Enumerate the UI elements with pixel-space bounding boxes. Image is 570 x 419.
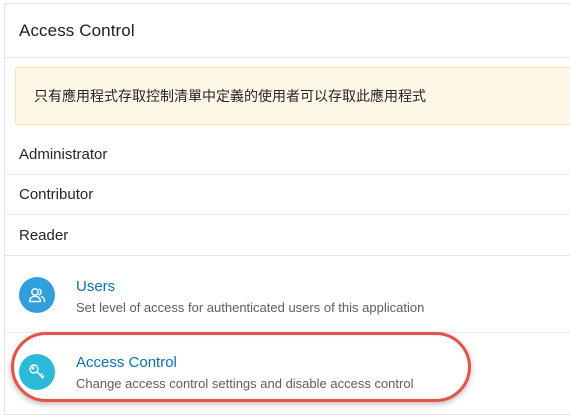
key-icon [19,354,55,390]
users-link-description: Set level of access for authenticated us… [76,300,425,315]
role-row-administrator: Administrator [5,135,570,175]
access-control-link-row[interactable]: Access Control Change access control set… [5,333,570,409]
panel-title: Access Control [19,20,135,40]
access-control-link-description: Change access control settings and disab… [76,376,414,391]
panel-header: Access Control [5,4,570,58]
role-label: Contributor [19,186,94,203]
access-control-panel: Access Control 只有應用程式存取控制清單中定義的使用者可以存取此應… [4,3,570,415]
role-label: Reader [19,227,69,244]
info-notice: 只有應用程式存取控制清單中定義的使用者可以存取此應用程式 [15,67,570,125]
users-link[interactable]: Users [76,278,115,295]
notice-text: 只有應用程式存取控制清單中定義的使用者可以存取此應用程式 [34,89,426,105]
access-control-link[interactable]: Access Control [76,354,177,371]
users-link-row[interactable]: Users Set level of access for authentica… [5,257,570,333]
users-icon [19,277,55,313]
role-row-contributor: Contributor [5,175,570,215]
role-label: Administrator [19,146,108,163]
role-row-reader: Reader [5,216,570,256]
